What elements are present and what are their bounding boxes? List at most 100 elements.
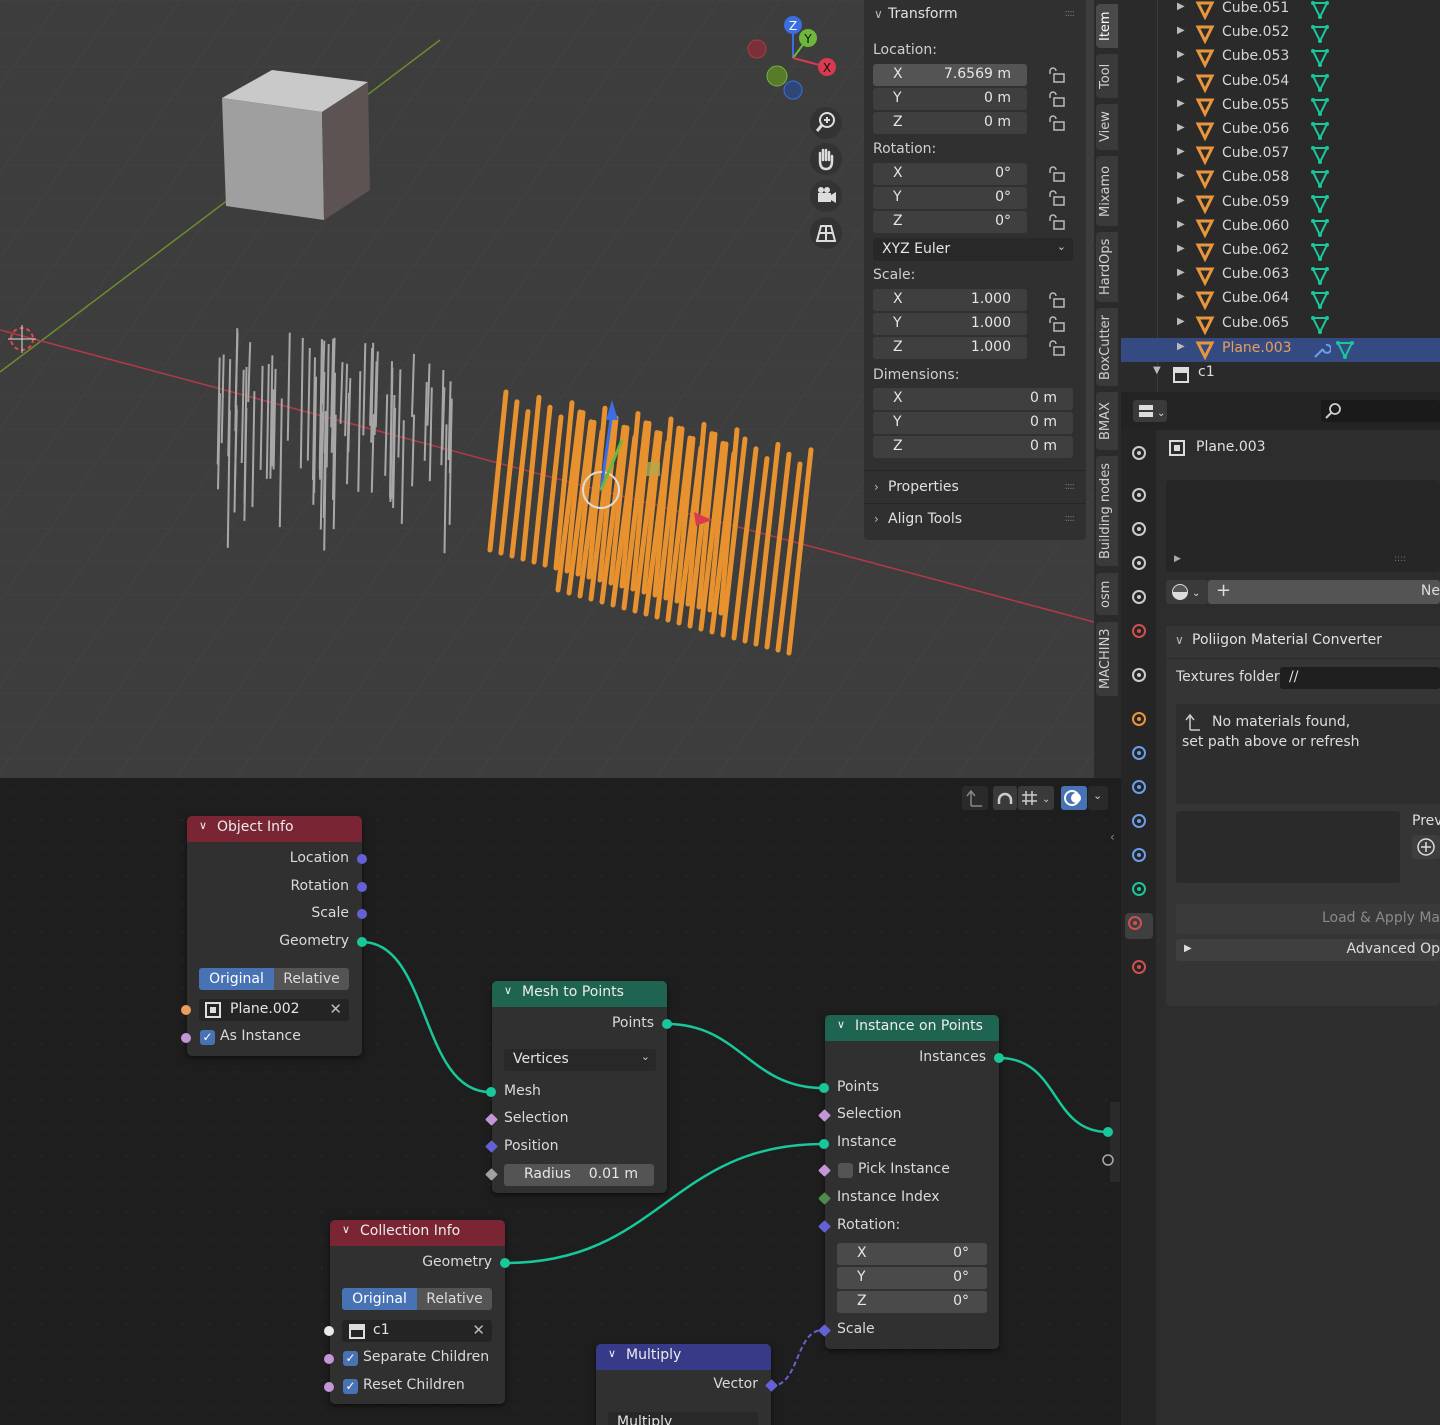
clear-icon[interactable]: ✕ — [329, 1000, 342, 1018]
points-output-socket[interactable] — [662, 1019, 672, 1029]
lock-icon[interactable] — [1048, 67, 1066, 83]
outliner-item[interactable]: ▶ Cube.051 — [1121, 0, 1440, 22]
mesh-data-icon[interactable] — [1335, 340, 1355, 360]
material-icon[interactable] — [1125, 913, 1153, 939]
location-socket[interactable] — [357, 854, 367, 864]
original-option[interactable]: Original — [342, 1288, 417, 1310]
expand-arrow-icon[interactable]: ▶ — [1177, 316, 1185, 327]
perspective-toggle-button[interactable] — [810, 217, 842, 249]
tab-building-nodes[interactable]: Building nodes — [1096, 456, 1118, 566]
poliigon-panel-header[interactable]: ∨ Poliigon Material Converter — [1166, 626, 1440, 658]
expand-arrow-icon[interactable]: ▼ — [1153, 365, 1161, 376]
collection-icon[interactable] — [1129, 665, 1149, 685]
as-instance-checkbox[interactable]: ✓ — [200, 1030, 215, 1045]
object-info-header[interactable]: ∨ Object Info — [187, 816, 362, 842]
points-input-socket[interactable] — [819, 1083, 829, 1093]
collection-field[interactable]: c1 ✕ — [342, 1320, 492, 1342]
particles-icon[interactable] — [1129, 777, 1149, 797]
collection-info-header[interactable]: ∨ Collection Info — [330, 1220, 505, 1246]
geometry-socket[interactable] — [357, 937, 367, 947]
outliner-item[interactable]: ▶ Cube.056 — [1121, 119, 1440, 143]
expand-arrow-icon[interactable]: ▶ — [1177, 74, 1185, 85]
expand-arrow-icon[interactable]: ▶ — [1177, 170, 1185, 181]
outliner-item[interactable]: ▶ Cube.053 — [1121, 46, 1440, 70]
scale-x-field[interactable]: X 1.000 — [873, 289, 1027, 311]
pick-instance-checkbox[interactable] — [838, 1163, 853, 1178]
physics-icon[interactable] — [1129, 811, 1149, 831]
navigation-gizmo[interactable]: Z Y X — [740, 10, 850, 105]
view-layer-icon[interactable] — [1129, 553, 1149, 573]
material-browse-button[interactable]: ⌄ — [1166, 580, 1208, 604]
lock-icon[interactable] — [1048, 214, 1066, 230]
align-tools-panel-header[interactable]: › Align Tools — [874, 511, 962, 527]
expand-arrow-icon[interactable]: ▶ — [1177, 49, 1185, 60]
object-field[interactable]: Plane.002 ✕ — [199, 999, 349, 1021]
tab-tool[interactable]: Tool — [1096, 54, 1118, 98]
relative-option[interactable]: Relative — [417, 1288, 492, 1310]
rotation-x-field[interactable]: X 0° — [873, 163, 1027, 185]
wrench-icon[interactable] — [1311, 340, 1331, 360]
transform-space-toggle[interactable]: Original Relative — [342, 1288, 492, 1310]
rotation-z-field[interactable]: Z 0° — [837, 1291, 987, 1313]
expand-arrow-icon[interactable]: ▶ — [1177, 291, 1185, 302]
mesh-data-icon[interactable] — [1310, 242, 1330, 262]
tab-bmax[interactable]: BMAX — [1096, 392, 1118, 450]
location-z-field[interactable]: Z0 m — [873, 112, 1027, 134]
mesh-data-icon[interactable] — [1310, 0, 1330, 20]
location-y-field[interactable]: Y0 m — [873, 88, 1027, 110]
scene-icon[interactable] — [1129, 587, 1149, 607]
mesh-data-icon[interactable] — [1310, 169, 1330, 189]
expand-arrow-icon[interactable]: ▶ — [1177, 25, 1185, 36]
rotation-mode-dropdown[interactable]: XYZ Euler ⌄ — [873, 238, 1073, 261]
dimensions-x-field[interactable]: X0 m — [873, 388, 1073, 410]
expand-arrow-icon[interactable]: ▶ — [1177, 98, 1185, 109]
expand-arrow-icon[interactable]: ▶ — [1177, 146, 1185, 157]
material-slot-list[interactable]: ▶ :::: — [1166, 480, 1440, 572]
constraints-icon[interactable] — [1129, 845, 1149, 865]
separate-children-socket[interactable] — [324, 1354, 334, 1364]
drag-handle-icon[interactable]: :::: — [1065, 481, 1076, 492]
modifier-icon[interactable] — [1129, 743, 1149, 763]
zoom-button[interactable] — [810, 107, 842, 139]
separate-children-checkbox[interactable]: ✓ — [343, 1351, 358, 1366]
scale-y-field[interactable]: Y 1.000 — [873, 313, 1027, 335]
expand-arrow-icon[interactable]: ▶ — [1177, 267, 1185, 278]
lock-icon[interactable] — [1048, 316, 1066, 332]
mesh-data-icon[interactable] — [1310, 145, 1330, 165]
location-x-field[interactable]: X 7.6569 m — [873, 64, 1027, 86]
scale-socket[interactable] — [357, 909, 367, 919]
3d-viewport[interactable]: Z Y X ∨ Transform :::: Location: X 7.6569 … — [0, 0, 1094, 778]
reset-children-checkbox[interactable]: ✓ — [343, 1379, 358, 1394]
mode-dropdown[interactable]: Vertices ⌄ — [504, 1049, 656, 1071]
outliner-item[interactable]: ▶ Cube.057 — [1121, 143, 1440, 167]
clear-icon[interactable]: ✕ — [472, 1321, 485, 1339]
reset-children-socket[interactable] — [324, 1382, 334, 1392]
transform-panel-header[interactable]: ∨ Transform — [874, 6, 958, 22]
tab-item[interactable]: Item — [1096, 4, 1118, 48]
object-icon[interactable] — [1129, 709, 1149, 729]
properties-panel-header[interactable]: › Properties — [874, 479, 959, 495]
expand-arrow-icon[interactable]: ▶ — [1177, 219, 1185, 230]
collection-socket[interactable] — [324, 1326, 334, 1336]
outliner-item[interactable]: ▶ Cube.058 — [1121, 167, 1440, 191]
tab-machin3[interactable]: MACHIN3 — [1096, 622, 1118, 696]
operation-dropdown[interactable]: Multiply — [608, 1412, 758, 1425]
rotation-z-field[interactable]: Z 0° — [873, 211, 1027, 233]
instances-output-socket[interactable] — [994, 1053, 1004, 1063]
rotation-x-field[interactable]: X 0° — [837, 1243, 987, 1265]
expand-arrow-icon[interactable]: ▶ — [1177, 122, 1185, 133]
geometry-output-socket[interactable] — [500, 1258, 510, 1268]
outliner-item[interactable]: ▶ Cube.059 — [1121, 192, 1440, 216]
tab-view[interactable]: View — [1096, 104, 1118, 150]
mesh-to-points-node[interactable]: ∨ Mesh to Points Points Vertices ⌄ Mesh S… — [485, 981, 672, 1193]
add-preview-button[interactable] — [1412, 835, 1440, 859]
mesh-data-icon[interactable] — [1310, 194, 1330, 214]
world-icon[interactable] — [1129, 621, 1149, 641]
outliner-item[interactable]: ▶ Cube.063 — [1121, 264, 1440, 288]
instance-input-socket[interactable] — [819, 1139, 829, 1149]
collection-info-node[interactable]: ∨ Collection Info Geometry Original Relat… — [324, 1220, 510, 1404]
advanced-options-header[interactable]: ▶ Advanced Op — [1176, 939, 1440, 961]
mesh-data-icon[interactable] — [1310, 290, 1330, 310]
radius-field[interactable]: Radius 0.01 m — [504, 1164, 654, 1186]
outliner-item[interactable]: ▶ Cube.065 — [1121, 313, 1440, 337]
